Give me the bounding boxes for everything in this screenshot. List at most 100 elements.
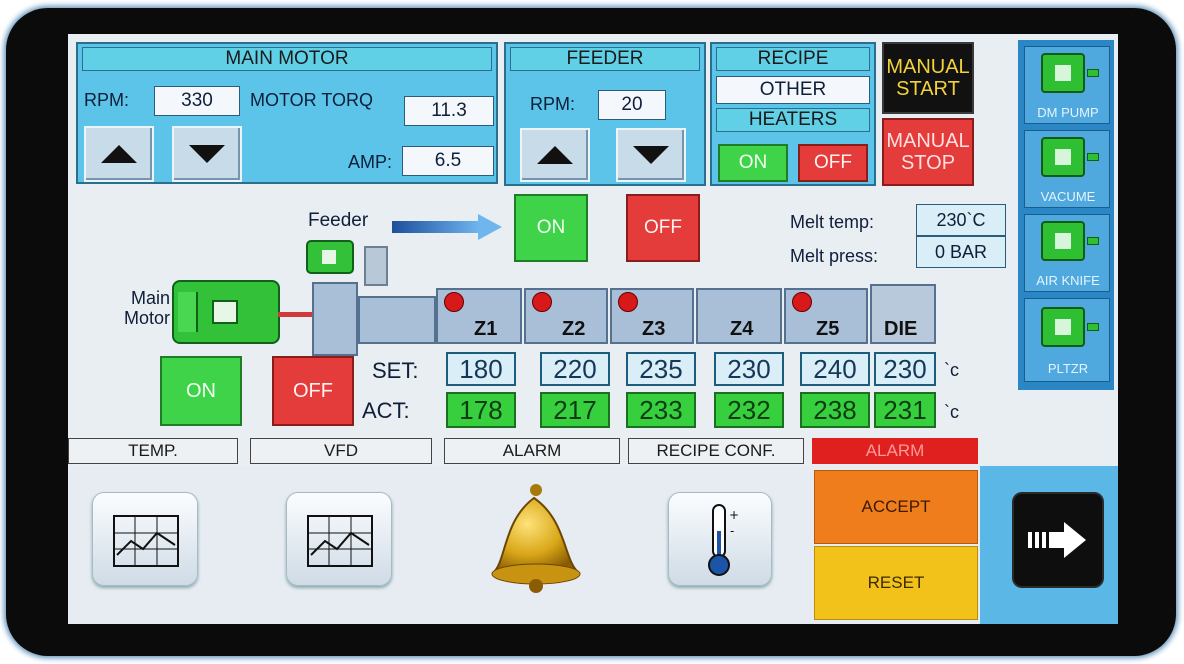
- feeder-motor-icon: [306, 240, 354, 274]
- manual-stop-button[interactable]: MANUAL STOP: [882, 118, 974, 186]
- zone-z4: Z4: [696, 288, 782, 344]
- tab-recipe-conf[interactable]: RECIPE CONF.: [628, 438, 804, 464]
- vacume-button[interactable]: VACUME: [1024, 130, 1110, 208]
- amp-label: AMP:: [348, 152, 393, 172]
- main-motor-on-button[interactable]: ON: [160, 356, 242, 426]
- next-page-button[interactable]: [1012, 492, 1104, 588]
- air-knife-label: AIR KNIFE: [1036, 272, 1100, 288]
- air-knife-button[interactable]: AIR KNIFE: [1024, 214, 1110, 292]
- amp-field: 6.5: [402, 146, 494, 176]
- heaters-off-button[interactable]: OFF: [798, 144, 868, 182]
- z4-act-value: 232: [714, 392, 784, 428]
- pltzr-label: PLTZR: [1047, 360, 1089, 376]
- zone-label: Z3: [642, 318, 666, 340]
- die-act-value: 231: [874, 392, 936, 428]
- hmi-screen: MAIN MOTOR RPM: 330 MOTOR TORQ 11.3 AMP:…: [68, 34, 1118, 624]
- motor-shaft: [278, 312, 312, 317]
- main-motor-rpm-label: RPM:: [84, 90, 129, 110]
- dm-pump-button[interactable]: DM PUMP: [1024, 46, 1110, 124]
- act-label: ACT:: [362, 398, 410, 423]
- main-motor-rpm-field[interactable]: 330: [154, 86, 240, 116]
- feeder-on-button[interactable]: ON: [514, 194, 588, 262]
- arrow-up-icon: [101, 145, 137, 163]
- motor-icon: [1041, 307, 1099, 347]
- recipe-title: RECIPE: [716, 47, 870, 71]
- temp-trend-button[interactable]: [92, 492, 198, 586]
- thermometer-icon: + -: [708, 504, 739, 576]
- pltzr-button[interactable]: PLTZR: [1024, 298, 1110, 382]
- z5-act-value: 238: [800, 392, 870, 428]
- alarm-accept-button[interactable]: ACCEPT: [814, 470, 978, 544]
- set-label: SET:: [372, 358, 419, 383]
- main-motor-rpm-up-button[interactable]: [84, 126, 154, 182]
- z4-set-field[interactable]: 230: [714, 352, 784, 386]
- barrel-section: [358, 296, 436, 344]
- svg-text:-: -: [730, 524, 734, 538]
- motor-torque-label: MOTOR TORQ: [250, 90, 374, 110]
- heater-indicator-z5: [792, 292, 812, 312]
- main-motor-title: MAIN MOTOR: [82, 47, 492, 71]
- alarm-banner: ALARM: [812, 438, 978, 464]
- feeder-off-button[interactable]: OFF: [626, 194, 700, 262]
- feeder-panel: FEEDER RPM: 20: [504, 42, 706, 186]
- feeder-rpm-field[interactable]: 20: [598, 90, 666, 120]
- arrow-up-icon: [537, 146, 573, 164]
- alarm-bell-icon[interactable]: [474, 480, 594, 600]
- vfd-trend-button[interactable]: [286, 492, 392, 586]
- main-motor-panel: MAIN MOTOR RPM: 330 MOTOR TORQ 11.3 AMP:…: [76, 42, 498, 184]
- z1-act-value: 178: [446, 392, 516, 428]
- vacume-label: VACUME: [1040, 188, 1096, 204]
- tab-temp[interactable]: TEMP.: [68, 438, 238, 464]
- heaters-on-button[interactable]: ON: [718, 144, 788, 182]
- arrow-down-icon: [189, 145, 225, 163]
- z2-set-field[interactable]: 220: [540, 352, 610, 386]
- manual-start-button[interactable]: MANUAL START: [882, 42, 974, 114]
- recipe-value-field[interactable]: OTHER: [716, 76, 870, 104]
- die-set-field[interactable]: 230: [874, 352, 936, 386]
- feeder-hopper: [364, 246, 388, 286]
- barrel-inlet: [312, 282, 358, 356]
- z3-act-value: 233: [626, 392, 696, 428]
- zone-z2: Z2: [524, 288, 608, 344]
- zone-label: DIE: [884, 318, 918, 340]
- arrow-right-icon: [392, 214, 502, 240]
- alarm-reset-button[interactable]: RESET: [814, 546, 978, 620]
- zone-label: Z5: [816, 318, 840, 340]
- temperature-settings-button[interactable]: + -: [668, 492, 772, 586]
- feeder-title: FEEDER: [510, 47, 700, 71]
- recipe-panel: RECIPE OTHER HEATERS ON OFF: [710, 42, 876, 186]
- z2-act-value: 217: [540, 392, 610, 428]
- z1-set-field[interactable]: 180: [446, 352, 516, 386]
- zone-die: DIE: [870, 284, 936, 344]
- zone-z3: Z3: [610, 288, 694, 344]
- z3-set-field[interactable]: 235: [626, 352, 696, 386]
- heater-indicator-z3: [618, 292, 638, 312]
- tab-alarm[interactable]: ALARM: [444, 438, 620, 464]
- act-unit: `c: [944, 402, 959, 422]
- feeder-rpm-down-button[interactable]: [616, 128, 686, 182]
- arrow-right-icon: [1028, 522, 1086, 558]
- feeder-rpm-up-button[interactable]: [520, 128, 590, 182]
- svg-text:+: +: [729, 508, 739, 522]
- melt-temp-label: Melt temp:: [790, 212, 875, 232]
- z5-set-field[interactable]: 240: [800, 352, 870, 386]
- feeder-rpm-label: RPM:: [530, 94, 575, 114]
- trend-chart-icon: [113, 515, 179, 567]
- motor-icon: [1041, 137, 1099, 177]
- zone-z1: Z1: [436, 288, 522, 344]
- motor-icon: [1041, 221, 1099, 261]
- trend-chart-icon: [307, 515, 373, 567]
- zone-label: Z1: [474, 318, 498, 340]
- dm-pump-label: DM PUMP: [1037, 104, 1099, 120]
- melt-press-label: Melt press:: [790, 246, 879, 266]
- main-motor-rpm-down-button[interactable]: [172, 126, 242, 182]
- melt-temp-field: 230`C: [916, 204, 1006, 236]
- arrow-down-icon: [633, 146, 669, 164]
- main-motor-off-button[interactable]: OFF: [272, 356, 354, 426]
- main-motor-label: Main Motor: [123, 288, 170, 328]
- main-motor-icon: [172, 280, 280, 344]
- melt-press-field: 0 BAR: [916, 236, 1006, 268]
- tab-vfd[interactable]: VFD: [250, 438, 432, 464]
- zone-label: Z2: [562, 318, 586, 340]
- heaters-title: HEATERS: [716, 108, 870, 132]
